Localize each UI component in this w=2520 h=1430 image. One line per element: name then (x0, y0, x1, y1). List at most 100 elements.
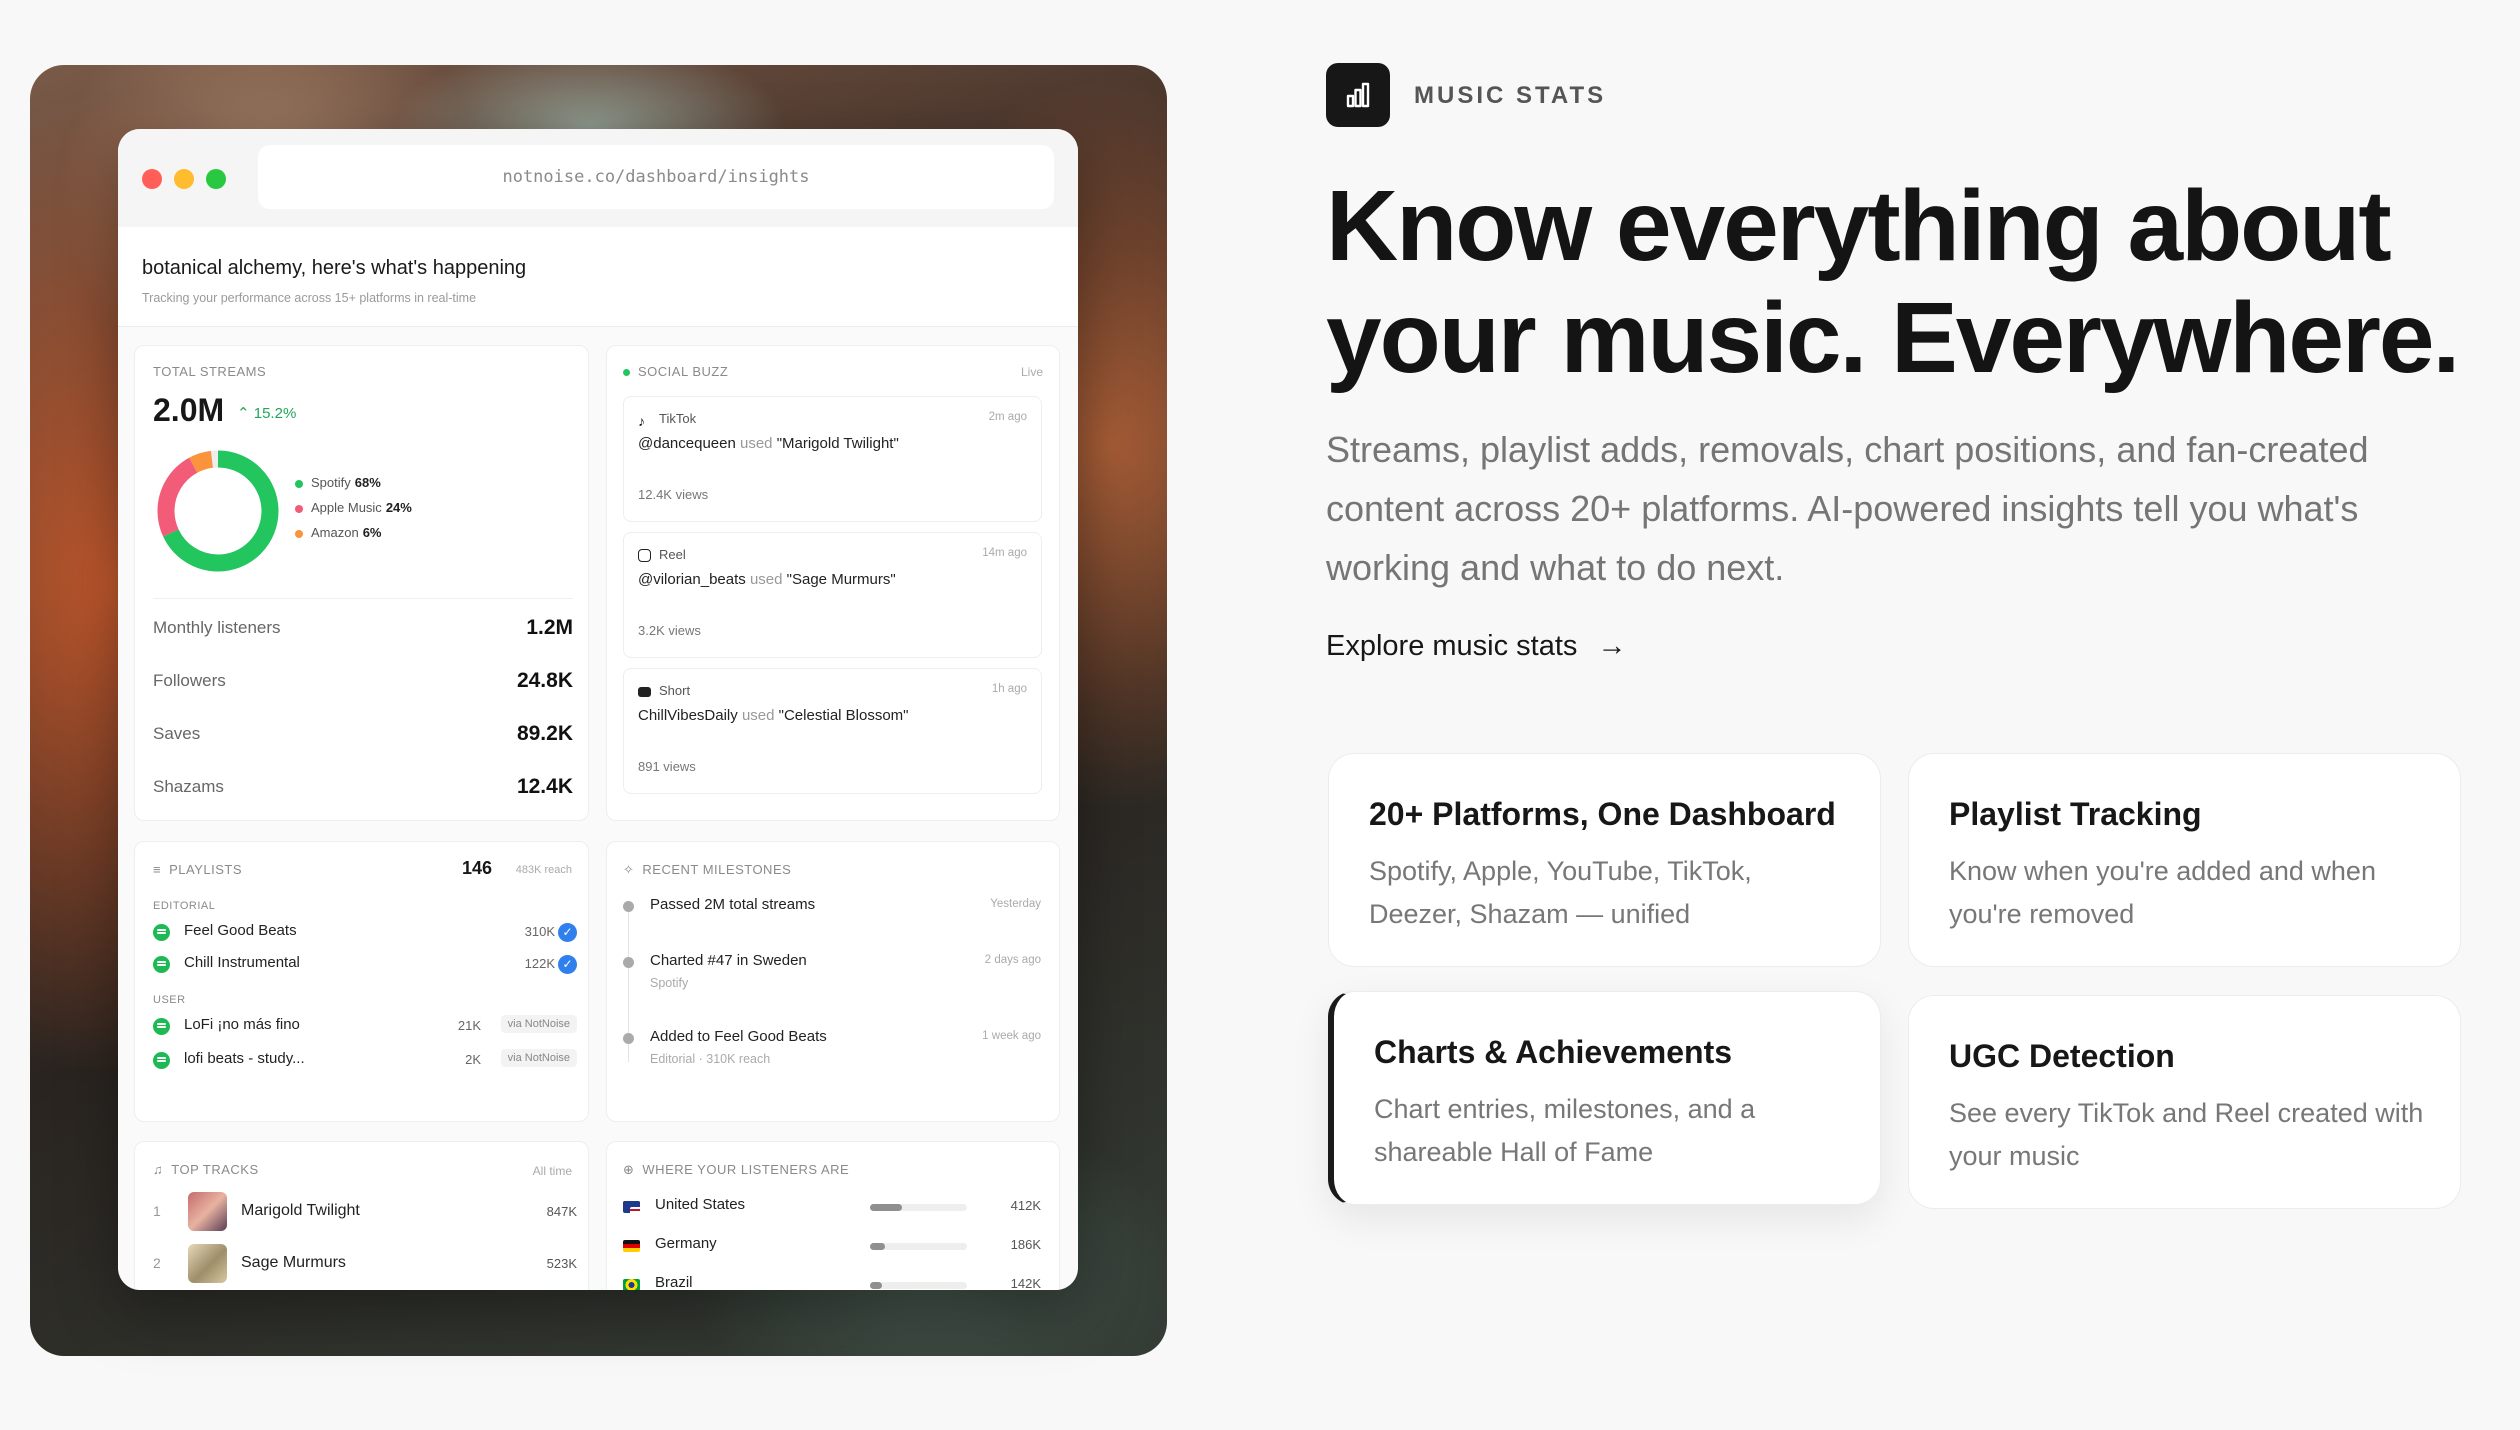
timeline-dot (623, 901, 634, 912)
divider (153, 598, 573, 599)
brazil-flag-icon (623, 1279, 640, 1290)
feature-description: See every TikTok and Reel created with y… (1949, 1098, 2424, 1171)
apple-music-color-dot (295, 504, 303, 513)
live-dot-icon (623, 369, 630, 377)
spotify-icon (153, 1018, 170, 1035)
locations-label: ⊕ WHERE YOUR LISTENERS ARE (623, 1162, 850, 1177)
total-streams-value: 2.0M (153, 392, 225, 428)
section-eyebrow: MUSIC STATS (1414, 82, 1607, 109)
list-icon: ≡ (153, 862, 162, 877)
social-buzz-card: SOCIAL BUZZ Live ♪ TikTok 2m ago @dancequ… (606, 345, 1060, 821)
timeline-dot (623, 1033, 634, 1044)
stat-shazams: Shazams 12.4K (153, 775, 573, 798)
streams-change-value: 15.2% (253, 405, 297, 422)
editorial-label: EDITORIAL (153, 900, 216, 912)
dashboard-subtitle: Tracking your performance across 15+ pla… (142, 291, 477, 305)
playlists-count: 146 (461, 858, 492, 878)
milestones-card: ✧ RECENT MILESTONES Passed 2M total strea… (606, 841, 1060, 1122)
headline-line-1: Know everything about (1326, 170, 2392, 282)
feature-title: Playlist Tracking (1949, 796, 2202, 832)
feature-description: Chart entries, milestones, and a shareab… (1374, 1094, 1756, 1167)
listener-locations-card: ⊕ WHERE YOUR LISTENERS ARE United States 4… (606, 1141, 1060, 1290)
instagram-icon (638, 549, 651, 563)
playlists-reach: 483K reach (515, 864, 572, 876)
via-badge: via NotNoise (500, 1015, 577, 1033)
social-post[interactable]: ♪ TikTok 2m ago @dancequeen used "Marigol… (623, 396, 1042, 522)
timeline-dot (623, 957, 634, 968)
playlist-item[interactable]: Chill Instrumental 122K ✓ (153, 954, 577, 976)
amazon-color-dot (295, 529, 303, 538)
feature-title: Charts & Achievements (1374, 1034, 1733, 1070)
location-row: United States 412K (623, 1196, 1041, 1218)
location-bar (870, 1243, 885, 1250)
address-bar[interactable]: notnoise.co/dashboard/insights (258, 145, 1054, 209)
tiktok-icon: ♪ (638, 413, 645, 430)
globe-icon: ⊕ (623, 1162, 635, 1177)
explore-music-stats-link[interactable]: Explore music stats → (1326, 630, 1626, 663)
spotify-icon (153, 924, 170, 941)
feature-card-charts-achievements[interactable]: Charts & Achievements Chart entries, mil… (1328, 991, 1881, 1205)
track-row[interactable]: 2 Sage Murmurs 523K (153, 1244, 577, 1286)
music-note-icon: ♫ (153, 1162, 164, 1177)
dashboard-window: notnoise.co/dashboard/insights botanical… (118, 129, 1078, 1290)
spotify-icon (153, 956, 170, 973)
album-art (188, 1192, 227, 1231)
stat-followers: Followers 24.8K (153, 669, 573, 692)
streams-change: ⌃ 15.2% (237, 404, 296, 422)
verified-icon: ✓ (558, 955, 577, 974)
social-buzz-label: SOCIAL BUZZ (623, 364, 728, 379)
location-row: Germany 186K (623, 1235, 1041, 1257)
stat-saves: Saves 89.2K (153, 722, 573, 745)
playlist-item[interactable]: Feel Good Beats 310K ✓ (153, 922, 577, 944)
dashboard-title: botanical alchemy, here's what's happeni… (142, 257, 527, 279)
via-badge: via NotNoise (500, 1049, 577, 1067)
legend-amazon: Amazon 6% (295, 525, 382, 540)
feature-title: UGC Detection (1949, 1038, 2175, 1074)
close-window-dot[interactable] (142, 169, 162, 189)
location-bar (870, 1282, 882, 1289)
legend-spotify: Spotify 68% (295, 475, 381, 490)
playlist-item[interactable]: LoFi ¡no más fino 21K via NotNoise (153, 1015, 577, 1038)
headline-line-2: your music. Everywhere. (1326, 282, 2460, 394)
feature-card-platforms[interactable]: 20+ Platforms, One Dashboard Spotify, Ap… (1328, 753, 1881, 967)
minimize-window-dot[interactable] (174, 169, 194, 189)
stat-monthly-listeners: Monthly listeners 1.2M (153, 616, 573, 639)
feature-description: Spotify, Apple, YouTube, TikTok, Deezer,… (1369, 856, 1752, 929)
verified-icon: ✓ (558, 923, 577, 942)
total-streams-label: TOTAL STREAMS (153, 364, 267, 379)
explore-link-label: Explore music stats (1326, 630, 1578, 662)
live-indicator: Live (1020, 365, 1043, 379)
trend-up-icon: ⌃ (237, 405, 254, 422)
music-stats-badge (1326, 63, 1390, 127)
hero-description: Streams, playlist adds, removals, chart … (1326, 429, 2369, 588)
tracks-range: All time (532, 1164, 572, 1178)
album-art (188, 1244, 227, 1283)
feature-card-playlist-tracking[interactable]: Playlist Tracking Know when you're added… (1908, 753, 2461, 967)
top-tracks-label: ♫ TOP TRACKS (153, 1162, 259, 1177)
feature-title: 20+ Platforms, One Dashboard (1369, 796, 1836, 832)
us-flag-icon (623, 1201, 640, 1213)
location-row: Brazil 142K (623, 1274, 1041, 1290)
total-streams-card: TOTAL STREAMS 2.0M ⌃ 15.2% Spotify 68% Ap… (134, 345, 589, 821)
legend-apple-music: Apple Music 24% (295, 500, 412, 515)
youtube-icon (638, 686, 651, 697)
arrow-right-icon: → (1597, 630, 1627, 662)
spotify-icon (153, 1052, 170, 1069)
milestones-label: ✧ RECENT MILESTONES (623, 862, 792, 877)
sparkle-icon: ✧ (623, 862, 635, 877)
spotify-color-dot (295, 479, 303, 488)
feature-description: Know when you're added and when you're r… (1949, 856, 2376, 929)
social-post[interactable]: Reel 14m ago @vilorian_beats used "Sage … (623, 532, 1042, 658)
bar-chart-icon (1346, 82, 1370, 108)
streams-donut-chart (157, 450, 279, 572)
location-bar (870, 1204, 902, 1211)
hero-headline: Know everything about your music. Everyw… (1326, 170, 2486, 394)
track-row[interactable]: 1 Marigold Twilight 847K (153, 1192, 577, 1234)
playlist-item[interactable]: lofi beats - study... 2K via NotNoise (153, 1049, 577, 1072)
social-post[interactable]: Short 1h ago ChillVibesDaily used "Celes… (623, 668, 1042, 794)
top-tracks-card: ♫ TOP TRACKS All time 1 Marigold Twilight 8… (134, 1141, 589, 1290)
germany-flag-icon (623, 1240, 640, 1252)
playlists-label: ≡ PLAYLISTS (153, 862, 242, 877)
feature-card-ugc-detection[interactable]: UGC Detection See every TikTok and Reel … (1908, 995, 2461, 1209)
maximize-window-dot[interactable] (206, 169, 226, 189)
